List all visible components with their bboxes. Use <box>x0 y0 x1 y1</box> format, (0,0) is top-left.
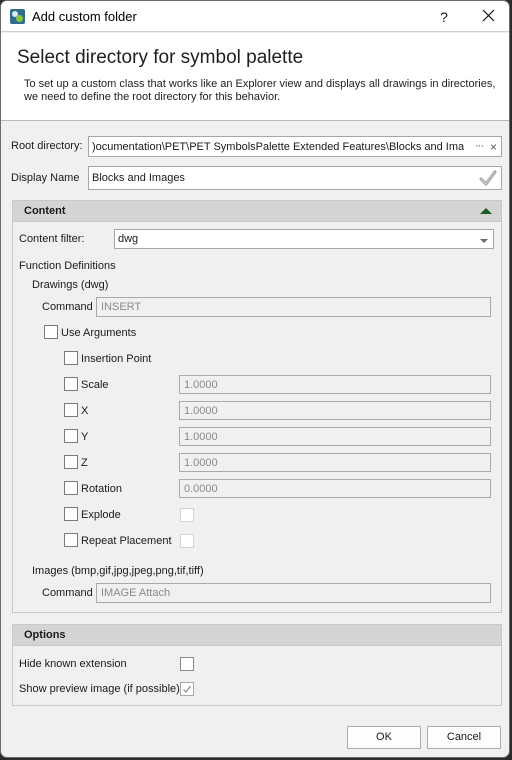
repeat-placement-checkbox[interactable] <box>64 533 78 547</box>
title-bar: Add custom folder ? <box>1 1 509 32</box>
root-directory-value: )ocumentation\PET\PET SymbolsPalette Ext… <box>92 141 464 153</box>
close-button[interactable] <box>475 5 501 27</box>
browse-button[interactable]: ··· <box>475 140 484 152</box>
dialog-header: Select directory for symbol palette To s… <box>1 33 509 121</box>
z-value: 1.0000 <box>184 457 218 469</box>
x-checkbox[interactable] <box>64 403 78 417</box>
show-preview-image-label: Show preview image (if possible) <box>19 683 180 695</box>
help-button[interactable]: ? <box>433 7 455 27</box>
images-command-field[interactable]: IMAGE Attach <box>96 583 491 603</box>
images-command-value: IMAGE Attach <box>101 587 171 599</box>
page-title: Select directory for symbol palette <box>17 47 304 68</box>
y-value: 1.0000 <box>184 431 218 443</box>
z-field[interactable]: 1.0000 <box>179 453 491 472</box>
add-custom-folder-dialog: Add custom folder ? Select directory for… <box>0 0 510 758</box>
repeat-placement-label: Repeat Placement <box>81 535 172 547</box>
cancel-button[interactable]: Cancel <box>427 726 501 749</box>
explode-checkbox[interactable] <box>64 507 78 521</box>
use-arguments-checkbox[interactable] <box>44 325 58 339</box>
scale-value: 1.0000 <box>184 379 218 391</box>
z-checkbox[interactable] <box>64 455 78 469</box>
header-description: To set up a custom class that works like… <box>24 78 496 103</box>
use-arguments-label: Use Arguments <box>61 327 137 339</box>
hide-known-extension-checkbox[interactable] <box>180 657 194 671</box>
options-group-title: Options <box>24 629 66 641</box>
content-group-header[interactable]: Content <box>13 201 501 222</box>
z-label: Z <box>81 457 88 469</box>
repeat-placement-value-checkbox[interactable] <box>180 534 194 548</box>
app-gear-icon <box>10 9 25 24</box>
display-name-label: Display Name <box>11 172 80 184</box>
explode-value-checkbox[interactable] <box>180 508 194 522</box>
rotation-checkbox[interactable] <box>64 481 78 495</box>
chevron-down-icon <box>480 239 488 243</box>
explode-label: Explode <box>81 509 121 521</box>
scale-field[interactable]: 1.0000 <box>179 375 491 394</box>
function-definitions-label: Function Definitions <box>19 260 116 272</box>
root-directory-field[interactable]: )ocumentation\PET\PET SymbolsPalette Ext… <box>88 136 502 157</box>
checkmark-icon <box>479 170 497 186</box>
checkmark-icon <box>183 685 191 693</box>
insertion-point-checkbox[interactable] <box>64 351 78 365</box>
root-directory-label: Root directory: <box>11 140 83 152</box>
command-label: Command <box>42 301 93 313</box>
x-value: 1.0000 <box>184 405 218 417</box>
close-icon <box>482 9 494 22</box>
content-group: Content Content filter: dwg Function Def… <box>12 200 502 613</box>
content-filter-value: dwg <box>118 233 139 245</box>
content-group-title: Content <box>24 205 66 217</box>
y-label: Y <box>81 431 89 443</box>
images-label: Images (bmp,gif,jpg,jpeg,png,tif,tiff) <box>32 565 204 577</box>
y-field[interactable]: 1.0000 <box>179 427 491 446</box>
triangle-up-icon[interactable] <box>480 208 492 214</box>
scale-checkbox[interactable] <box>64 377 78 391</box>
rotation-value: 0.0000 <box>184 483 218 495</box>
hide-known-extension-label: Hide known extension <box>19 658 127 670</box>
ok-button[interactable]: OK <box>347 726 421 749</box>
display-name-value: Blocks and Images <box>92 172 185 184</box>
show-preview-image-checkbox[interactable] <box>180 682 194 696</box>
content-filter-select[interactable]: dwg <box>114 229 494 249</box>
rotation-label: Rotation <box>81 483 122 495</box>
images-command-label: Command <box>42 587 93 599</box>
command-field[interactable]: INSERT <box>96 297 491 317</box>
drawings-label: Drawings (dwg) <box>32 279 109 291</box>
x-label: X <box>81 405 89 417</box>
command-value: INSERT <box>101 301 142 313</box>
insertion-point-label: Insertion Point <box>81 353 152 365</box>
options-group: Options Hide known extension Show previe… <box>12 624 502 706</box>
rotation-field[interactable]: 0.0000 <box>179 479 491 498</box>
window-title: Add custom folder <box>32 9 137 24</box>
y-checkbox[interactable] <box>64 429 78 443</box>
options-group-header: Options <box>13 625 501 646</box>
clear-button[interactable]: × <box>490 140 497 154</box>
display-name-field[interactable]: Blocks and Images <box>88 166 502 190</box>
x-field[interactable]: 1.0000 <box>179 401 491 420</box>
content-filter-label: Content filter: <box>19 233 85 245</box>
scale-label: Scale <box>81 379 109 391</box>
